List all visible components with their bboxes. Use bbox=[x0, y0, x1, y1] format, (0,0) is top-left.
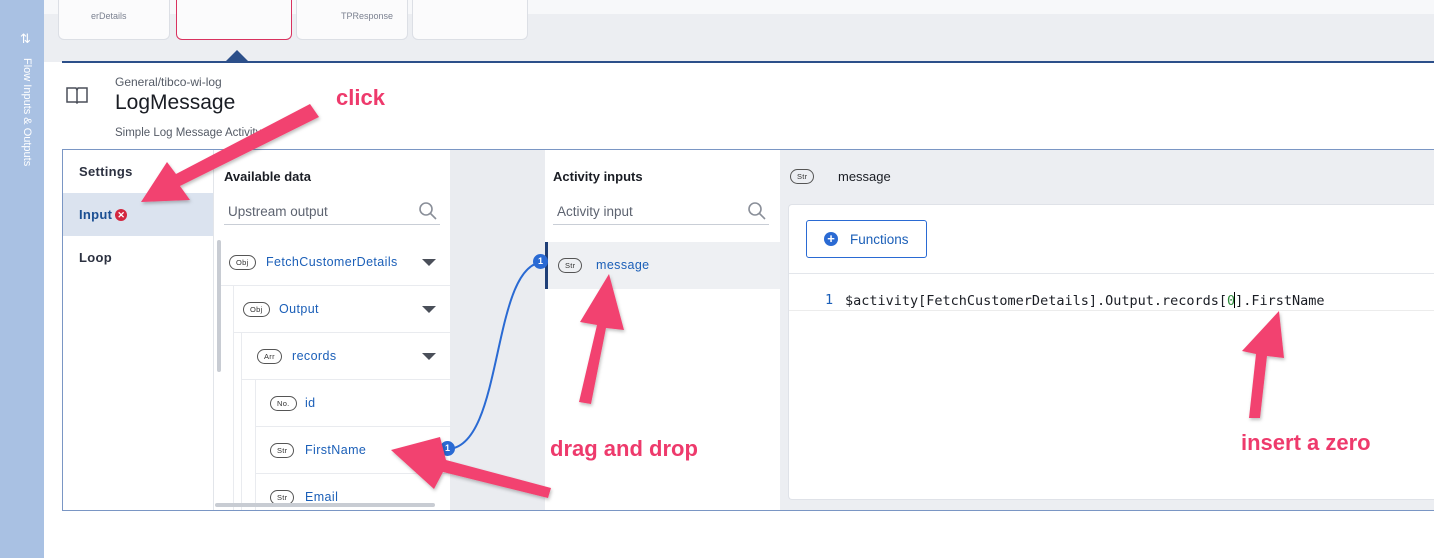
activity-subtitle: Simple Log Message Activity bbox=[115, 127, 262, 139]
mapping-gutter bbox=[450, 150, 545, 510]
tree-node-records[interactable]: Arr records bbox=[242, 333, 450, 380]
annotation-drag-and-drop: drag and drop bbox=[550, 436, 698, 461]
tab-settings[interactable]: Settings bbox=[63, 150, 213, 193]
type-pill: Str bbox=[270, 443, 295, 458]
flow-tile-label: TPResponse bbox=[341, 11, 394, 21]
plus-circle-icon: + bbox=[824, 232, 838, 246]
functions-button[interactable]: + Functions bbox=[806, 220, 927, 258]
tree-node-id[interactable]: No. id bbox=[256, 380, 450, 427]
tree-node-output[interactable]: Obj Output bbox=[234, 286, 450, 333]
app-root: ⇅ Flow Inputs & Outputs erDetails TPResp… bbox=[0, 0, 1434, 558]
editor-divider bbox=[789, 273, 1434, 274]
annotation-insert-zero: insert a zero bbox=[1241, 430, 1371, 455]
tree-node-firstname[interactable]: Str FirstName bbox=[256, 427, 450, 474]
chevron-down-icon[interactable] bbox=[422, 353, 436, 360]
upstream-search-input[interactable] bbox=[224, 199, 404, 223]
type-pill: Str bbox=[558, 258, 583, 273]
tab-label: Loop bbox=[79, 250, 112, 265]
activity-input-message[interactable]: Str message bbox=[545, 242, 780, 289]
editor-field-header: Str message bbox=[780, 150, 1434, 204]
tree-node-label: Output bbox=[279, 302, 319, 316]
tab-label: Settings bbox=[79, 164, 133, 179]
tree-node-label: Email bbox=[305, 490, 339, 504]
activity-title: LogMessage bbox=[115, 91, 236, 114]
flow-tile-add[interactable] bbox=[412, 0, 528, 40]
mapping-editor-pane: Str message + Functions 1 $activity[Fetc… bbox=[780, 150, 1434, 510]
tree-node-label: records bbox=[292, 349, 337, 363]
tree-node-label: FetchCustomerDetails bbox=[266, 255, 398, 269]
type-pill: No. bbox=[270, 396, 297, 411]
annotation-click: click bbox=[336, 85, 385, 110]
functions-label: Functions bbox=[850, 232, 909, 247]
activity-input-search-input[interactable] bbox=[553, 199, 733, 223]
chevron-down-icon[interactable] bbox=[422, 306, 436, 313]
activity-input-label: message bbox=[596, 258, 650, 272]
search-icon[interactable] bbox=[418, 201, 438, 221]
tree-node-label: id bbox=[305, 396, 316, 410]
flow-io-rail[interactable]: ⇅ Flow Inputs & Outputs bbox=[0, 0, 44, 558]
config-divider bbox=[62, 61, 1434, 63]
search-icon[interactable] bbox=[747, 201, 767, 221]
source-mapped-badge: 1 bbox=[440, 441, 455, 456]
expression-code-prefix: $activity[FetchCustomerDetails].Output.r… bbox=[845, 293, 1228, 309]
tree-node-email[interactable]: Str Email bbox=[256, 474, 450, 521]
swap-icon[interactable]: ⇅ bbox=[20, 31, 38, 47]
rail-label[interactable]: Flow Inputs & Outputs bbox=[21, 58, 33, 166]
expression-code-suffix: ].FirstName bbox=[1235, 293, 1325, 309]
upstream-search bbox=[224, 199, 440, 225]
type-pill: Arr bbox=[257, 349, 282, 364]
target-mapped-badge: 1 bbox=[533, 254, 548, 269]
tree-scrollbar-horizontal[interactable] bbox=[215, 503, 435, 507]
flow-tile-label: erDetails bbox=[91, 11, 127, 21]
line-number: 1 bbox=[825, 292, 834, 308]
expression-line[interactable]: 1 $activity[FetchCustomerDetails].Output… bbox=[789, 289, 1434, 311]
flow-tile-logmessage[interactable] bbox=[176, 0, 292, 40]
tab-input[interactable]: Input ✕ bbox=[63, 193, 213, 236]
activity-category: General/tibco-wi-log bbox=[115, 75, 222, 89]
type-pill: Obj bbox=[243, 302, 270, 317]
tree-node-fetchcustomerdetails[interactable]: Obj FetchCustomerDetails bbox=[221, 239, 450, 286]
flow-tile-fetch[interactable]: erDetails bbox=[58, 0, 170, 40]
expression-code[interactable]: $activity[FetchCustomerDetails].Output.r… bbox=[845, 292, 1325, 309]
activity-config-panel: Settings Input✕ Loop Available data Obj … bbox=[62, 149, 1434, 511]
selected-tile-caret bbox=[226, 50, 248, 61]
config-tabs: Settings Input ✕ Loop bbox=[63, 150, 214, 510]
activity-inputs-header: Activity inputs bbox=[553, 169, 643, 184]
activity-input-search bbox=[553, 199, 769, 225]
flow-tile-response[interactable]: TPResponse bbox=[296, 0, 408, 40]
editor-field-name: message bbox=[838, 169, 891, 184]
tree-node-label: FirstName bbox=[305, 443, 367, 457]
chevron-down-icon[interactable] bbox=[422, 259, 436, 266]
error-icon: ✕ bbox=[115, 209, 128, 221]
tab-loop[interactable]: Loop bbox=[63, 236, 213, 279]
type-pill: Obj bbox=[229, 255, 256, 270]
type-pill: Str bbox=[790, 169, 815, 184]
tab-label: Input bbox=[79, 207, 113, 222]
book-icon bbox=[66, 87, 88, 104]
available-data-header: Available data bbox=[224, 169, 311, 184]
